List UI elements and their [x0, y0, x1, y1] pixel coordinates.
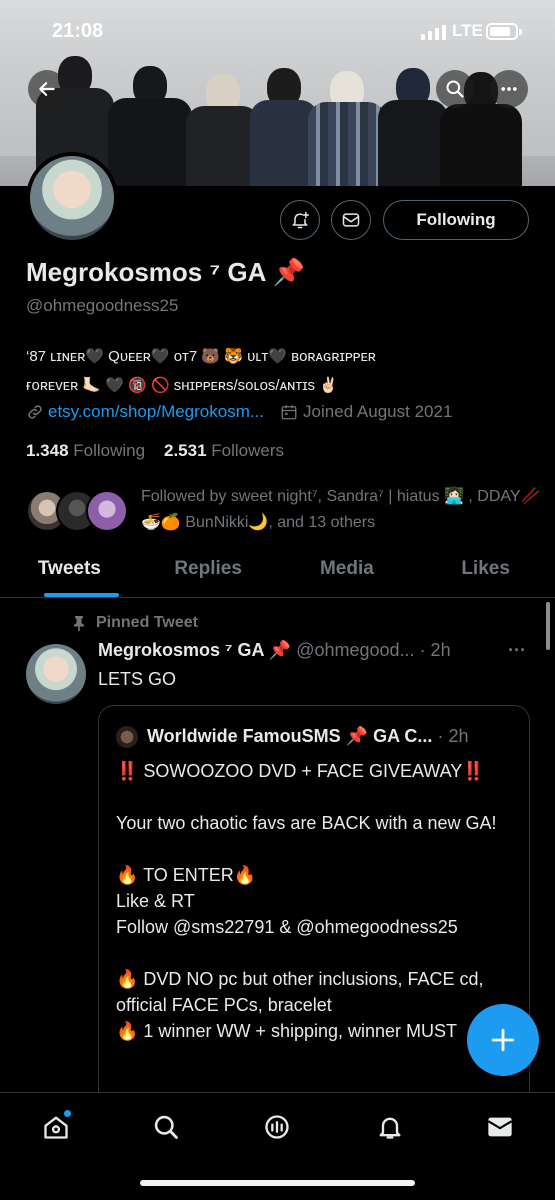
quote-body: ‼️ SOWOOZOO DVD + FACE GIVEAWAY‼️ Your t… [116, 761, 497, 1041]
tweet-author-handle[interactable]: @ohmegood... · 2h [296, 640, 450, 660]
signal-icon [421, 24, 446, 40]
followers-label: Followers [211, 441, 285, 460]
profile-handle: @ohmegoodness25 [26, 296, 179, 315]
message-button[interactable] [331, 200, 371, 240]
battery-icon [486, 23, 522, 40]
following-button[interactable]: Following [383, 200, 529, 240]
more-dots-icon [501, 87, 517, 91]
status-bar: 21:08 LTE [0, 0, 555, 60]
status-time: 21:08 [52, 20, 104, 42]
quote-avatar [116, 726, 138, 748]
nav-messages[interactable] [480, 1107, 520, 1147]
notification-dot [63, 1109, 72, 1118]
tweet-avatar[interactable] [26, 644, 86, 704]
plus-icon [491, 1028, 515, 1052]
tab-likes[interactable]: Likes [416, 548, 555, 597]
spaces-icon [265, 1115, 289, 1139]
followed-by-text: Followed by sweet night⁷, Sandra⁷ | hiat… [141, 488, 541, 531]
more-options-button[interactable] [490, 70, 528, 108]
pinned-indicator: Pinned Tweet [72, 614, 198, 632]
search-icon [154, 1115, 178, 1139]
bio-line: ‘87 ʟɪɴᴇʀ🖤 Qᴜᴇᴇʀ🖤 ᴏᴛ7 🐻 🐯 ᴜʟᴛ🖤 ʙᴏʀᴀɢʀɪᴘᴘ… [26, 348, 376, 365]
search-button[interactable] [436, 70, 474, 108]
bell-icon [379, 1117, 401, 1139]
nav-search[interactable] [146, 1107, 186, 1147]
quote-author-name: Worldwide FamouSMS 📌 GA C... [147, 726, 433, 746]
pin-icon [74, 616, 84, 631]
nav-home[interactable] [36, 1107, 76, 1147]
home-indicator [140, 1180, 415, 1186]
quote-tweet[interactable]: Worldwide FamouSMS 📌 GA C... · 2h ‼️ SOW… [98, 705, 530, 1125]
tab-replies[interactable]: Replies [139, 548, 278, 597]
bell-plus-icon [292, 211, 310, 229]
profile-link[interactable]: etsy.com/shop/Megrokosm... [48, 402, 264, 422]
envelope-icon [342, 213, 360, 227]
tweet-author-name[interactable]: Megrokosmos ⁷ GA 📌 [98, 640, 291, 660]
network-label: LTE [452, 21, 483, 40]
followers-link[interactable]: 2.531 Followers [164, 441, 284, 460]
following-link[interactable]: 1.348 Following [26, 441, 145, 460]
profile-tabs: Tweets Replies Media Likes [0, 548, 555, 598]
profile-avatar[interactable] [26, 152, 118, 244]
calendar-icon [281, 405, 297, 420]
envelope-icon [487, 1117, 513, 1137]
banner-figure [108, 66, 192, 186]
scrollbar[interactable] [546, 602, 550, 650]
bio-line: ғᴏʀᴇᴠᴇʀ 🦶🏻 🖤 🔞 🚫 sʜɪᴘᴘᴇʀs/sᴏʟᴏs/ᴀɴᴛɪs ✌🏻 [26, 377, 338, 394]
notify-button[interactable] [280, 200, 320, 240]
profile-display-name: Megrokosmos ⁷ GA 📌 [26, 257, 306, 287]
nav-notifications[interactable] [370, 1107, 410, 1147]
search-icon [446, 80, 464, 98]
tab-tweets[interactable]: Tweets [0, 548, 139, 597]
back-button[interactable] [28, 70, 66, 108]
banner-figure [186, 74, 260, 186]
profile-meta: etsy.com/shop/Megrokosm... Joined August… [26, 402, 452, 422]
tab-media[interactable]: Media [278, 548, 417, 597]
joined-date: Joined August 2021 [303, 402, 453, 421]
tweet-more-button[interactable]: ··· [508, 640, 526, 661]
following-count: 1.348 [26, 441, 69, 460]
link-icon [28, 405, 42, 419]
pinned-label: Pinned Tweet [96, 614, 198, 631]
back-arrow-icon [39, 82, 55, 96]
profile-bio: ‘87 ʟɪɴᴇʀ🖤 Qᴜᴇᴇʀ🖤 ᴏᴛ7 🐻 🐯 ᴜʟᴛ🖤 ʙᴏʀᴀɢʀɪᴘᴘ… [26, 342, 526, 400]
quote-header: Worldwide FamouSMS 📌 GA C... · 2h [147, 726, 468, 747]
followers-count: 2.531 [164, 441, 207, 460]
compose-tweet-button[interactable] [467, 1004, 539, 1076]
nav-spaces[interactable] [257, 1107, 297, 1147]
follower-avatar [86, 490, 128, 532]
follow-counts: 1.348 Following 2.531 Followers [26, 441, 284, 461]
tweet-text: LETS GO [98, 669, 177, 689]
banner-figure [308, 71, 386, 186]
tweet-header: Megrokosmos ⁷ GA 📌 @ohmegood... · 2h [98, 640, 451, 661]
quote-time: · 2h [437, 726, 469, 746]
following-label: Following [73, 441, 146, 460]
